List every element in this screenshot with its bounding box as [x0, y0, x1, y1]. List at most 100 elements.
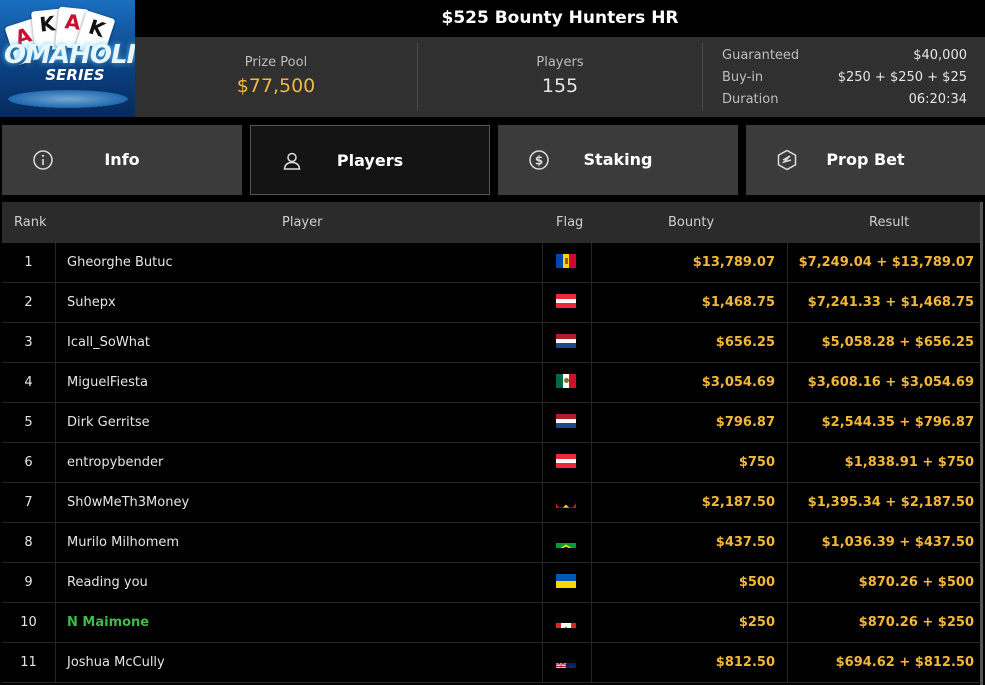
table-row[interactable]: 9 Reading you $500 $870.26 + $500 — [2, 563, 981, 603]
flag-cell — [543, 403, 592, 442]
prize-pool-label: Prize Pool — [244, 55, 308, 70]
table-row[interactable]: 4 MiguelFiesta $3,054.69 $3,608.16 + $3,054… — [2, 363, 981, 403]
tab-label: Prop Bet — [826, 150, 905, 169]
tab-players[interactable]: Players — [250, 125, 490, 195]
player-header: Player — [282, 215, 323, 230]
bounty-header: Bounty — [668, 215, 715, 230]
rank-cell: 10 — [2, 603, 56, 642]
tab-info[interactable]: Info — [2, 125, 242, 195]
flag-mexico-icon — [556, 374, 576, 388]
table-header: Rank Player Flag Bounty Result — [2, 202, 982, 243]
rank-cell: 6 — [2, 443, 56, 482]
duration-label: Duration — [722, 92, 779, 107]
flag-cell — [543, 323, 592, 362]
player-name[interactable]: MiguelFiesta — [55, 363, 543, 402]
bounty-cell: $250 — [591, 603, 788, 642]
players-value: 155 — [541, 75, 579, 97]
rank-cell: 5 — [2, 403, 56, 442]
result-cell: $5,058.28 + $656.25 — [821, 335, 974, 350]
player-name[interactable]: Gheorghe Butuc — [55, 243, 543, 282]
guaranteed-row: Guaranteed $40,000 — [722, 45, 967, 67]
table-row[interactable]: 2 Suhepx $1,468.75 $7,241.33 + $1,468.75 — [2, 283, 981, 323]
flag-header: Flag — [556, 215, 584, 230]
bounty-cell: $750 — [591, 443, 788, 482]
flag-ukraine-icon — [556, 574, 576, 588]
omaholic-series-logo: A K A K OMAHOLIC SERIES — [0, 0, 135, 117]
duration-value: 06:20:34 — [908, 92, 967, 107]
bounty-cell: $2,187.50 — [591, 483, 788, 522]
logo-base — [8, 90, 128, 108]
tab-label: Info — [104, 150, 140, 169]
flag-netherlands-icon — [556, 334, 576, 348]
rank-cell: 11 — [2, 643, 56, 682]
flag-brazil-icon — [556, 534, 576, 548]
flag-cell — [543, 363, 592, 402]
player-name[interactable]: Icall_SoWhat — [55, 323, 543, 362]
bounty-cell: $812.50 — [591, 643, 788, 682]
player-name[interactable]: Reading you — [55, 563, 543, 602]
bounty-cell: $796.87 — [591, 403, 788, 442]
table-row[interactable]: 5 Dirk Gerritse $796.87 $2,544.35 + $796.87 — [2, 403, 981, 443]
table-row[interactable]: 1 Gheorghe Butuc $13,789.07 $7,249.04 + $13… — [2, 243, 981, 283]
buy-in-row: Buy-in $250 + $250 + $25 — [722, 67, 967, 89]
tab-label: Staking — [583, 150, 653, 169]
table-row[interactable]: 8 Murilo Milhomem $437.50 $1,036.39 + $437.… — [2, 523, 981, 563]
player-name[interactable]: Murilo Milhomem — [55, 523, 543, 562]
tab-staking[interactable]: $ Staking — [498, 125, 738, 195]
duration-row: Duration 06:20:34 — [722, 89, 967, 111]
result-cell: $1,036.39 + $437.50 — [821, 535, 974, 550]
flag-cell — [543, 443, 592, 482]
player-name[interactable]: entropybender — [55, 443, 543, 482]
player-name[interactable]: Dirk Gerritse — [55, 403, 543, 442]
player-name[interactable]: Suhepx — [55, 283, 543, 322]
rank-cell: 2 — [2, 283, 56, 322]
rank-cell: 8 — [2, 523, 56, 562]
divider — [702, 43, 703, 111]
logo-series-text: SERIES — [45, 66, 105, 84]
players-label: Players — [536, 55, 584, 70]
prize-pool-stat: Prize Pool $77,500 — [135, 37, 417, 117]
bounty-cell: $3,054.69 — [591, 363, 788, 402]
result-cell: $7,249.04 + $13,789.07 — [798, 255, 974, 270]
flag-canada-icon — [556, 614, 576, 628]
table-row[interactable]: 7 Sh0wMeTh3Money $2,187.50 $1,395.34 + $2,1… — [2, 483, 981, 523]
rank-cell: 3 — [2, 323, 56, 362]
table-row[interactable]: 10 N Maimone $250 $870.26 + $250 — [2, 603, 981, 643]
flag-cell — [543, 523, 592, 562]
tournament-details: Guaranteed $40,000 Buy-in $250 + $250 + … — [722, 45, 967, 111]
prize-pool-value: $77,500 — [236, 75, 316, 97]
guaranteed-value: $40,000 — [913, 48, 967, 63]
rank-cell: 9 — [2, 563, 56, 602]
rank-cell: 4 — [2, 363, 56, 402]
result-cell: $870.26 + $250 — [858, 615, 974, 630]
tab-prop-bet[interactable]: Prop Bet — [746, 125, 985, 195]
flag-cell — [543, 603, 592, 642]
rank-cell: 1 — [2, 243, 56, 282]
flag-cell — [543, 563, 592, 602]
table-row[interactable]: 3 Icall_SoWhat $656.25 $5,058.28 + $656.25 — [2, 323, 981, 363]
flag-cell — [543, 483, 592, 522]
player-name[interactable]: Joshua McCully — [55, 643, 543, 682]
buy-in-value: $250 + $250 + $25 — [837, 70, 967, 85]
flag-cell — [543, 243, 592, 282]
bounty-cell: $500 — [591, 563, 788, 602]
tab-label: Players — [336, 151, 404, 170]
flag-moldova-icon — [556, 254, 576, 268]
table-row[interactable]: 6 entropybender $750 $1,838.91 + $750 — [2, 443, 981, 483]
bounty-cell: $1,468.75 — [591, 283, 788, 322]
result-cell: $3,608.16 + $3,054.69 — [807, 375, 974, 390]
rank-cell: 7 — [2, 483, 56, 522]
table-row[interactable]: 11 Joshua McCully $812.50 $694.62 + $812.50 — [2, 643, 981, 683]
tournament-title: $525 Bounty Hunters HR — [441, 8, 679, 28]
result-cell: $1,838.91 + $750 — [844, 455, 974, 470]
players-stat: Players 155 — [418, 37, 702, 117]
result-cell: $694.62 + $812.50 — [835, 655, 974, 670]
guaranteed-label: Guaranteed — [722, 48, 800, 63]
player-name[interactable]: Sh0wMeTh3Money — [55, 483, 543, 522]
result-cell: $1,395.34 + $2,187.50 — [807, 495, 974, 510]
flag-austria-icon — [556, 454, 576, 468]
bounty-cell: $13,789.07 — [591, 243, 788, 282]
player-name[interactable]: N Maimone — [55, 603, 543, 642]
rank-header: Rank — [14, 215, 47, 230]
flag-cell — [543, 643, 592, 682]
